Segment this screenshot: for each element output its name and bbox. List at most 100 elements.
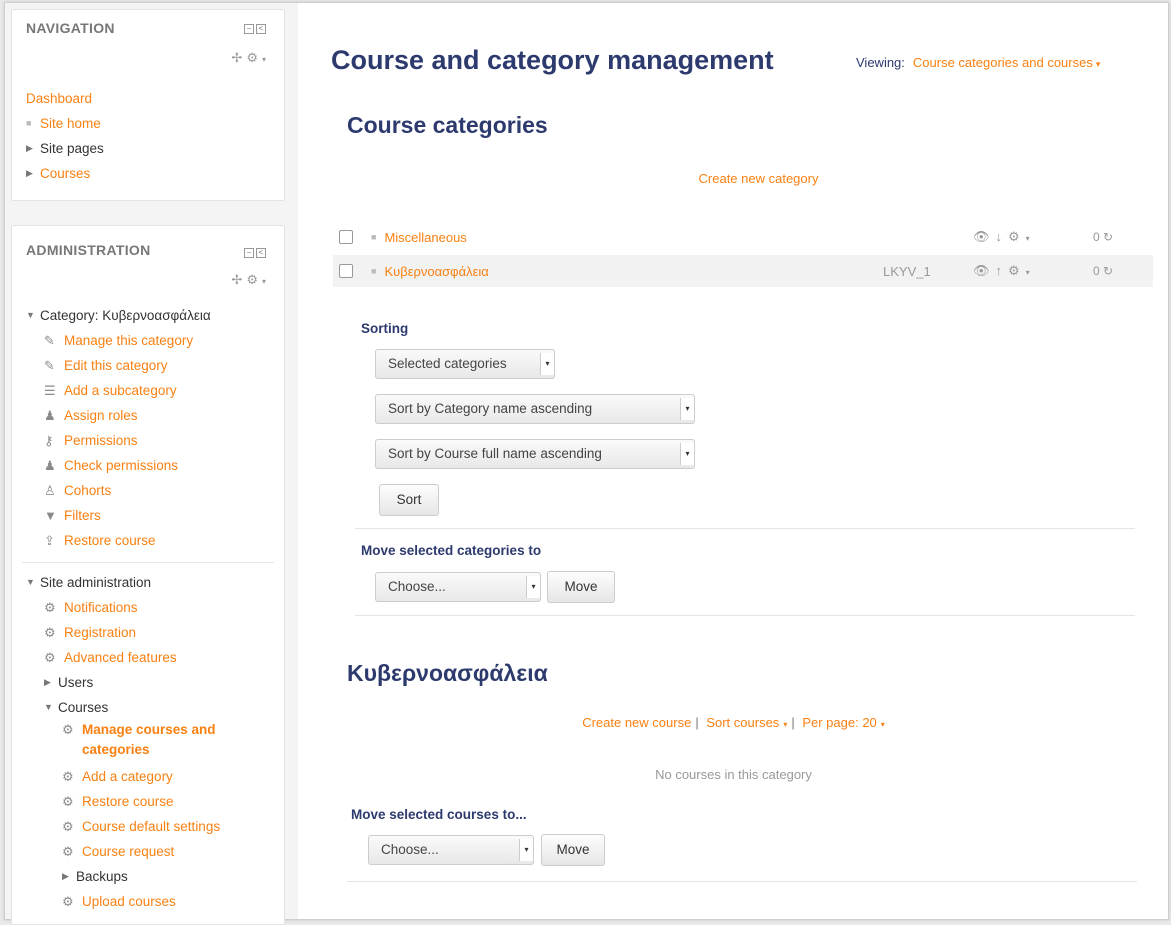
manage-courses-line2[interactable]: categories bbox=[82, 740, 150, 760]
viewing-label: Viewing: bbox=[856, 55, 905, 70]
eye-icon[interactable]: 👁 bbox=[973, 229, 996, 244]
move-courses-button[interactable]: Move bbox=[541, 834, 605, 866]
create-category-link[interactable]: Create new category bbox=[699, 171, 819, 186]
site-advanced-features[interactable]: Advanced features bbox=[64, 645, 177, 670]
courses-backups[interactable]: Backups bbox=[76, 864, 128, 889]
nav-courses[interactable]: Courses bbox=[40, 161, 90, 186]
move-icon[interactable]: ✢ bbox=[231, 50, 246, 65]
sorting-label: Sorting bbox=[361, 321, 409, 336]
move-categories-button[interactable]: Move bbox=[547, 571, 615, 603]
block-actions[interactable]: ✢⚙▾ bbox=[231, 272, 266, 288]
sort-scope-select[interactable]: Selected categories ▾ bbox=[375, 349, 555, 379]
sort-courses-value: Sort by Course full name ascending bbox=[388, 446, 602, 461]
admin-manage-category[interactable]: Manage this category bbox=[64, 328, 193, 353]
chevron-down-icon[interactable]: ▾ bbox=[262, 55, 266, 64]
collapse-icon[interactable]: − bbox=[244, 248, 254, 258]
chevron-down-icon[interactable]: ▾ bbox=[783, 720, 787, 729]
courses-default-settings[interactable]: Course default settings bbox=[82, 814, 220, 839]
chevron-down-icon[interactable]: ▾ bbox=[881, 720, 885, 729]
gear-icon[interactable]: ⚙ bbox=[246, 272, 262, 287]
gear-icon[interactable]: ⚙ bbox=[246, 50, 262, 65]
admin-filters[interactable]: Filters bbox=[64, 503, 101, 528]
admin-check-permissions[interactable]: Check permissions bbox=[64, 453, 178, 478]
dock-icon[interactable]: < bbox=[256, 24, 266, 34]
admin-restore-course[interactable]: Restore course bbox=[64, 528, 156, 553]
category-course-count: 0 ↻ bbox=[1093, 230, 1113, 244]
collapse-icon[interactable]: − bbox=[244, 24, 254, 34]
category-name[interactable]: Miscellaneous bbox=[384, 230, 466, 245]
expanded-arrow-icon[interactable]: ▼ bbox=[44, 695, 58, 720]
expand-arrow-icon[interactable]: ▶ bbox=[62, 864, 76, 889]
block-actions[interactable]: ✢⚙▾ bbox=[231, 50, 266, 66]
sort-categories-select[interactable]: Sort by Category name ascending ▾ bbox=[375, 394, 695, 424]
block-dock-controls[interactable]: − < bbox=[244, 24, 266, 34]
category-row[interactable]: ■ Κυβερνοασφάλεια LKYV_1 👁↑⚙▾ 0 ↻ bbox=[333, 255, 1153, 287]
gear-icon: ⚙ bbox=[62, 769, 74, 784]
sort-button[interactable]: Sort bbox=[379, 484, 439, 516]
expand-arrow-icon[interactable]: ▶ bbox=[44, 670, 58, 695]
move-icon[interactable]: ✢ bbox=[231, 272, 246, 287]
sort-courses-link[interactable]: Sort courses bbox=[706, 715, 779, 730]
category-checkbox[interactable] bbox=[339, 230, 353, 244]
expand-arrow-icon[interactable]: ▶ bbox=[26, 136, 40, 161]
courses-restore-course[interactable]: Restore course bbox=[82, 789, 174, 814]
gear-icon[interactable]: ⚙ bbox=[1008, 263, 1026, 278]
courses-add-category[interactable]: Add a category bbox=[82, 764, 173, 789]
chevron-down-icon: ▾ bbox=[519, 839, 533, 861]
courses-course-request[interactable]: Course request bbox=[82, 839, 174, 864]
refresh-icon: ↻ bbox=[1103, 264, 1114, 278]
per-page-link[interactable]: Per page: 20 bbox=[802, 715, 876, 730]
sort-courses-select[interactable]: Sort by Course full name ascending ▾ bbox=[375, 439, 695, 469]
admin-add-subcategory[interactable]: Add a subcategory bbox=[64, 378, 177, 403]
pencil-icon: ✎ bbox=[44, 333, 55, 348]
move-categories-label: Move selected categories to bbox=[361, 543, 542, 558]
chevron-down-icon[interactable]: ▾ bbox=[1026, 268, 1030, 277]
administration-tree: ▼ Category: Κυβερνοασφάλεια ✎ Manage this … bbox=[26, 303, 278, 553]
arrow-up-icon[interactable]: ↑ bbox=[996, 263, 1009, 278]
category-course-count: 0 ↻ bbox=[1093, 264, 1113, 278]
nav-site-pages[interactable]: Site pages bbox=[40, 136, 104, 161]
category-name[interactable]: Κυβερνοασφάλεια bbox=[384, 264, 488, 279]
category-actions[interactable]: 👁↓⚙▾ bbox=[973, 229, 1030, 245]
gear-icon: ⚙ bbox=[62, 722, 74, 737]
site-users[interactable]: Users bbox=[58, 670, 93, 695]
expanded-arrow-icon[interactable]: ▼ bbox=[26, 570, 40, 595]
chevron-down-icon[interactable]: ▾ bbox=[262, 277, 266, 286]
category-section-title: Κυβερνοασφάλεια bbox=[347, 660, 548, 686]
nav-site-home[interactable]: Site home bbox=[40, 111, 101, 136]
chevron-down-icon[interactable]: ▾ bbox=[1096, 59, 1101, 69]
move-courses-select[interactable]: Choose... ▾ bbox=[368, 835, 534, 865]
user-check-icon: ♟ bbox=[44, 458, 56, 473]
admin-edit-category[interactable]: Edit this category bbox=[64, 353, 168, 378]
gear-icon[interactable]: ⚙ bbox=[1008, 229, 1026, 244]
expanded-arrow-icon[interactable]: ▼ bbox=[26, 303, 40, 328]
block-dock-controls[interactable]: − < bbox=[244, 248, 266, 258]
category-checkbox[interactable] bbox=[339, 264, 353, 278]
navigation-block: NAVIGATION − < ✢⚙▾ Dashboard ■ Site home … bbox=[11, 9, 285, 201]
site-registration[interactable]: Registration bbox=[64, 620, 136, 645]
admin-permissions[interactable]: Permissions bbox=[64, 428, 138, 453]
admin-assign-roles[interactable]: Assign roles bbox=[64, 403, 138, 428]
category-actions[interactable]: 👁↑⚙▾ bbox=[973, 263, 1030, 279]
eye-icon[interactable]: 👁 bbox=[973, 263, 996, 278]
site-courses[interactable]: Courses bbox=[58, 695, 108, 720]
category-row[interactable]: ■ Miscellaneous 👁↓⚙▾ 0 ↻ bbox=[333, 221, 1153, 253]
count-value: 0 bbox=[1093, 264, 1100, 278]
dock-icon[interactable]: < bbox=[256, 248, 266, 258]
admin-cohorts[interactable]: Cohorts bbox=[64, 478, 111, 503]
site-admin-tree: ▼ Site administration ⚙ Notifications ⚙ Reg… bbox=[26, 570, 278, 914]
category-node[interactable]: Category: Κυβερνοασφάλεια bbox=[40, 303, 211, 328]
manage-courses-line1[interactable]: Manage courses and bbox=[82, 720, 216, 740]
divider bbox=[347, 881, 1137, 882]
dashboard-link[interactable]: Dashboard bbox=[26, 86, 92, 111]
site-administration-node[interactable]: Site administration bbox=[40, 570, 151, 595]
chevron-down-icon[interactable]: ▾ bbox=[1026, 234, 1030, 243]
courses-upload-courses[interactable]: Upload courses bbox=[82, 889, 176, 914]
move-categories-select[interactable]: Choose... ▾ bbox=[375, 572, 541, 602]
expand-arrow-icon[interactable]: ▶ bbox=[26, 161, 40, 186]
viewing-dropdown[interactable]: Course categories and courses bbox=[913, 55, 1093, 70]
create-course-link[interactable]: Create new course bbox=[582, 715, 691, 730]
site-notifications[interactable]: Notifications bbox=[64, 595, 138, 620]
arrow-down-icon[interactable]: ↓ bbox=[996, 229, 1009, 244]
bullet-icon: ■ bbox=[26, 118, 32, 128]
